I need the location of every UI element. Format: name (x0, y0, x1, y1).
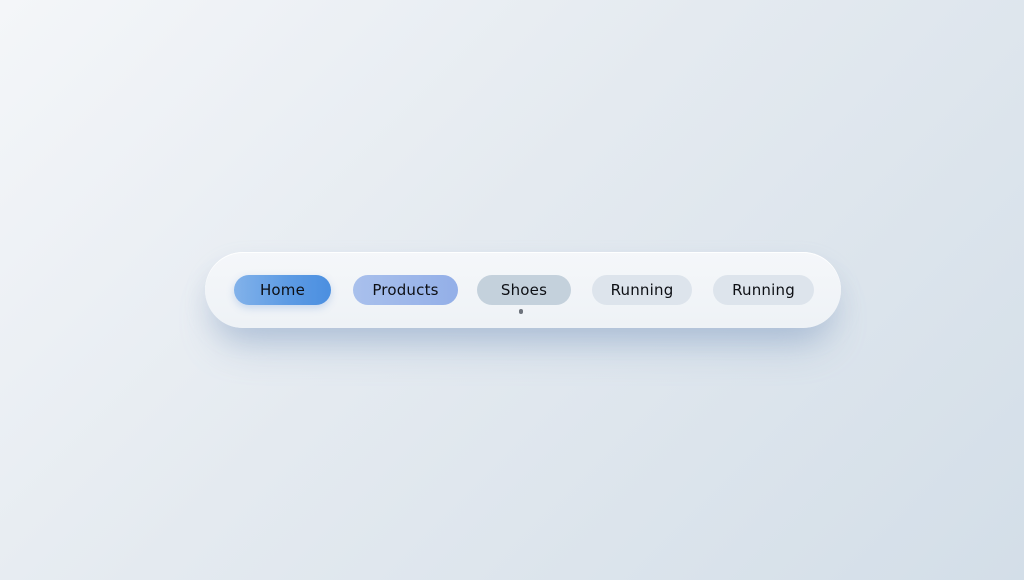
breadcrumb: Home Products Shoes Running Running (205, 252, 841, 328)
breadcrumb-item-label: Shoes (500, 281, 548, 299)
breadcrumb-item-running[interactable]: Running (592, 275, 692, 305)
breadcrumb-item-label: Home (259, 281, 306, 299)
breadcrumb-item-shoes[interactable]: Shoes (477, 275, 571, 305)
breadcrumb-item-label: Running (732, 281, 795, 299)
breadcrumb-item-home[interactable]: Home (234, 275, 331, 305)
pointer-dot-icon (519, 309, 523, 314)
breadcrumb-item-running-2[interactable]: Running (713, 275, 814, 305)
breadcrumb-item-label: Running (610, 281, 674, 299)
breadcrumb-item-products[interactable]: Products (353, 275, 458, 305)
breadcrumb-item-label: Products (372, 281, 439, 299)
